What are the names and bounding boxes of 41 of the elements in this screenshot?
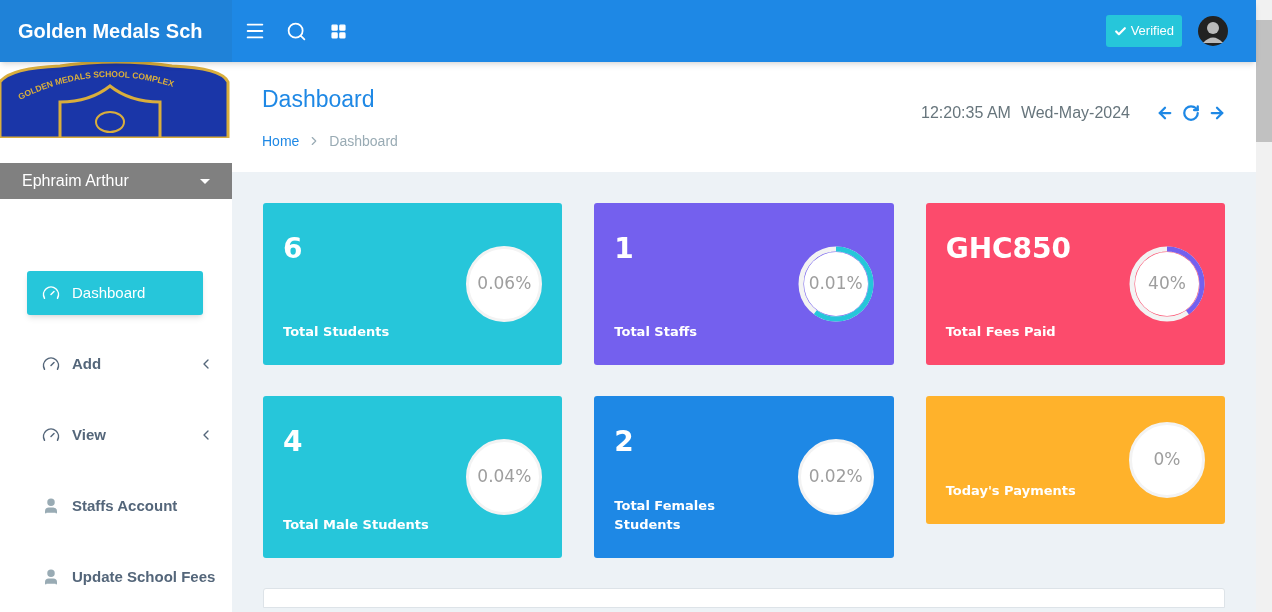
stat-label: Total Students: [283, 323, 391, 341]
stat-label: Today's Payments: [945, 482, 1077, 500]
percent-dial: 0.06%: [466, 246, 543, 322]
percent-dial: 0.02%: [797, 439, 874, 515]
gauge-icon: [42, 355, 60, 373]
breadcrumb-item: Dashboard: [329, 131, 398, 151]
clock-time: 12:20:35 AM: [921, 103, 1011, 123]
stat-value: 2: [614, 428, 635, 456]
stat-label: Total Females Students: [614, 497, 716, 534]
stat-label: Total Fees Paid: [945, 323, 1057, 341]
user-icon: [42, 497, 60, 515]
stat-label: Total Male Students: [283, 516, 430, 534]
date-text: Wed-May-2024: [1020, 103, 1130, 123]
gauge-icon: [42, 426, 60, 444]
back-icon[interactable]: [1156, 104, 1174, 122]
gauge-icon: [42, 284, 60, 302]
stat-label: Total Staffs: [614, 323, 698, 341]
scrollbar-thumb[interactable]: [1256, 20, 1272, 142]
sidebar-item[interactable]: View: [27, 413, 230, 457]
user-dropdown[interactable]: Ephraim Arthur: [0, 163, 232, 199]
search-icon[interactable]: [286, 20, 307, 42]
sidebar-item[interactable]: Add: [27, 342, 230, 386]
percent-dial: 0%: [1129, 422, 1205, 498]
user-icon: [42, 568, 60, 586]
caret-icon: [200, 178, 210, 184]
forward-icon[interactable]: [1208, 104, 1226, 122]
breadcrumb-item[interactable]: Home: [262, 130, 300, 152]
sidebar-item[interactable]: Update School Fees: [27, 555, 230, 599]
grid-icon[interactable]: [330, 22, 347, 40]
stat-value: 1: [614, 235, 635, 263]
verified-badge: Verified: [1105, 15, 1182, 47]
stat-value: GHC850: [945, 235, 1073, 263]
brand-title: Golden Medals Sch: [18, 19, 203, 44]
stat-value: 6: [283, 235, 304, 263]
sidebar-item[interactable]: Staffs Account: [27, 484, 230, 528]
page-title: Dashboard: [262, 85, 376, 114]
refresh-icon[interactable]: [1182, 104, 1200, 122]
percent-dial: 0.04%: [466, 439, 543, 515]
scrollbar[interactable]: [1256, 0, 1272, 612]
avatar[interactable]: [1198, 16, 1228, 46]
stat-value: 4: [283, 428, 304, 456]
